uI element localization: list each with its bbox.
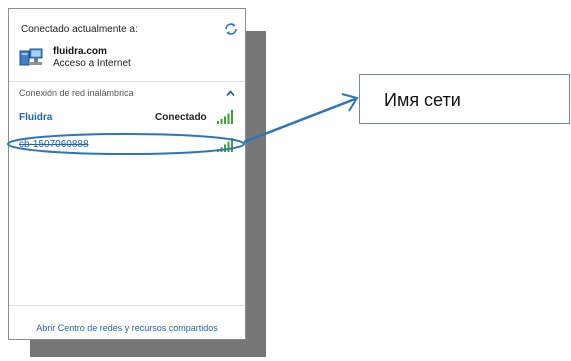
wireless-section-header: Conexión de red inalámbrica bbox=[19, 88, 134, 98]
network-center-link[interactable]: Abrir Centro de redes y recursos compart… bbox=[9, 323, 245, 333]
wifi-network-name: Fluidra bbox=[19, 112, 53, 123]
wifi-network-status: Conectado bbox=[155, 112, 207, 123]
annotation-callout-box: Имя сети bbox=[359, 74, 570, 124]
refresh-icon[interactable] bbox=[224, 22, 238, 36]
annotation-arrowhead bbox=[341, 93, 359, 112]
wifi-network-name: cb-1507060888 bbox=[19, 139, 89, 150]
signal-strength-icon bbox=[217, 138, 233, 152]
chevron-up-icon[interactable] bbox=[226, 89, 235, 98]
wifi-network-item[interactable]: cb-1507060888 bbox=[9, 137, 245, 159]
wifi-network-item[interactable]: Fluidra Conectado bbox=[9, 107, 245, 129]
callout-text: Имя сети bbox=[384, 90, 461, 110]
connected-title: Conectado actualmente a: bbox=[21, 24, 138, 35]
network-flyout: Conectado actualmente a: fluidra.com Acc… bbox=[8, 8, 246, 340]
current-network-status: Acceso a Internet bbox=[53, 58, 131, 69]
network-computer-icon bbox=[19, 48, 43, 66]
current-network-name: fluidra.com bbox=[53, 46, 107, 57]
signal-strength-icon bbox=[217, 110, 233, 124]
divider bbox=[9, 81, 245, 82]
divider bbox=[9, 305, 245, 306]
